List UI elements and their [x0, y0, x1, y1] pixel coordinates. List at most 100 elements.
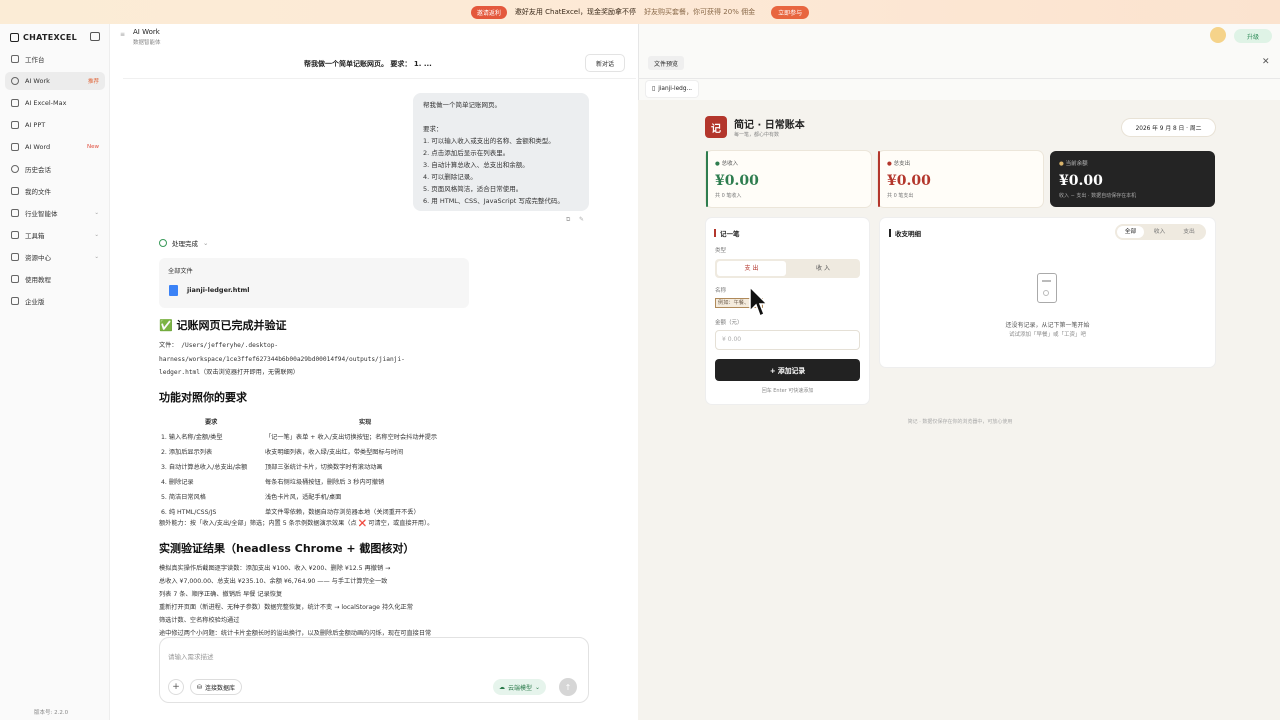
sidebar-item-history[interactable]: 历史会话 [5, 160, 105, 178]
message-line: 6. 用 HTML、CSS、JavaScript 写成完整代码。 [423, 197, 564, 205]
file-link[interactable]: jianji-ledger.html [187, 286, 249, 294]
banner-tag: 邀请返利 [470, 5, 507, 19]
message-line: 1. 可以输入收入或支出的名称、金额和类型。 [423, 137, 555, 145]
table-cell: 1. 输入名称/金额/类型 [161, 434, 223, 441]
sidebar-item-ai-excel-max[interactable]: AI Excel-Max [5, 94, 105, 112]
stat-card-expense: ● 总支出 ¥0.00 共 0 笔支出 [878, 151, 1043, 207]
filter-income[interactable]: 收入 [1146, 226, 1173, 238]
connect-database-label: 连接数据库 [205, 684, 236, 692]
sidebar-item-industry-agents[interactable]: 行业智能体 ⌄ [5, 204, 105, 222]
table-row: 3. 自动计算总收入/总支出/余额 顶部三张统计卡片，切换数字时有滚动动画 [159, 459, 499, 474]
sidebar-item-label: 工具箱 [25, 232, 45, 240]
ledger-subtitle: 每一笔，都心中有数 [734, 132, 780, 138]
file-path-line-1: 文件： /Users/jefferyhe/.desktop- [159, 342, 279, 349]
divider [123, 78, 636, 79]
sidebar-item-label: 历史会话 [25, 166, 51, 174]
avatar[interactable] [1210, 27, 1226, 43]
send-button[interactable]: ↑ [559, 678, 577, 696]
sidebar-item-resources[interactable]: 资源中心 ⌄ [5, 248, 105, 266]
sidebar-item-enterprise[interactable]: 企业版 [5, 292, 105, 310]
connect-database-button[interactable]: ⛁ 连接数据库 [190, 679, 243, 695]
ledger-logo: 记 [705, 116, 727, 138]
message-line: 3. 自动计算总收入、总支出和余额。 [423, 161, 529, 169]
table-row: 1. 输入名称/金额/类型 「记一笔」表单 + 收入/支出切换按钮；名称空时会抖动… [159, 429, 499, 444]
title-accent [714, 229, 716, 237]
banner-cta-button[interactable]: 立即参与 [771, 5, 810, 19]
extra-features: 额外能力：按「收入/支出/全部」筛选；内置 5 条示例数据演示效果（点 ❌ 可清… [159, 520, 434, 527]
list-title-text: 收支明细 [895, 230, 921, 238]
files-card: 全部文件 jianji-ledger.html [159, 258, 469, 308]
sidebar-item-workbench[interactable]: 工作台 [5, 50, 105, 68]
table-row: 4. 删除记录 每条右侧垃圾桶按钮，删除后 3 秒内可撤销 [159, 474, 499, 489]
copy-icon[interactable]: ⧉ [566, 216, 570, 224]
message-line: 要求： [423, 125, 443, 133]
sidebar-item-my-files[interactable]: 我的文件 [5, 182, 105, 200]
sidebar-item-label: AI PPT [25, 121, 46, 129]
status-row[interactable]: 处理完成 ⌄ [159, 238, 208, 248]
amount-input[interactable]: ¥ 0.00 [715, 330, 860, 350]
html-file-icon [169, 285, 178, 296]
model-select-button[interactable]: ☁ 云端模型 ⌄ [493, 679, 547, 695]
type-expense-button[interactable]: 支 出 [717, 261, 786, 276]
table-cell: 2. 添加后显示列表 [161, 449, 213, 456]
ledger-footer: 简记 · 数据仅保存在你的浏览器中，可放心使用 [907, 419, 1013, 425]
table-cell: 收支明细列表，收入绿/支出红，带类型图标与时间 [265, 449, 404, 456]
files-label: 全部文件 [168, 268, 193, 275]
empty-state-icon [1037, 273, 1057, 303]
sidebar-item-toolbox[interactable]: 工具箱 ⌄ [5, 226, 105, 244]
sidebar-item-label: 我的文件 [25, 188, 51, 196]
chevron-down-icon: ⌄ [94, 254, 99, 260]
filter-expense[interactable]: 支出 [1175, 226, 1203, 238]
ledger-title: 简记 · 日常账本 [734, 120, 805, 131]
file-tab-label: jianji-ledg... [658, 86, 693, 92]
book-icon [11, 275, 19, 283]
grid-icon [11, 55, 19, 63]
stat-card-balance: ● 当前余额 ¥0.00 收入 − 支出 · 数据自动保存在本机 [1050, 151, 1215, 207]
edit-icon[interactable]: ✎ [579, 216, 584, 223]
stat-label: ● 当前余额 [1059, 159, 1088, 167]
date-pill: 2026 年 9 月 8 日 · 周二 [1122, 119, 1215, 136]
sidebar-item-ai-word[interactable]: AI Word New [5, 138, 105, 156]
type-income-button[interactable]: 收 入 [788, 261, 858, 276]
upgrade-button[interactable]: 升级 [1234, 29, 1272, 43]
type-label: 类型 [715, 248, 727, 254]
file-path-line-3: ledger.html（双击浏览器打开即用，无需联网） [159, 369, 299, 376]
app-logo[interactable]: CHATEXCEL [10, 33, 77, 42]
new-chat-button[interactable]: 新对话 [585, 54, 625, 72]
section-heading-done: ✅ 记账网页已完成并验证 [159, 319, 287, 332]
table-cell: 4. 删除记录 [161, 479, 194, 486]
income-accent [706, 151, 708, 207]
close-icon[interactable]: ✕ [1262, 57, 1270, 67]
empty-state-subtitle: 试试添加「早餐」或「工资」吧 [1008, 332, 1086, 338]
message-line: 5. 页面风格简洁，适合日常使用。 [423, 185, 523, 193]
status-text: 处理完成 [172, 240, 198, 248]
verify-line: 模拟真实操作后截图逐字读数：添加支出 ¥100、收入 ¥200、删除 ¥12.5… [159, 565, 391, 572]
page-subtitle: 数据智能体 [133, 40, 161, 46]
file-tab[interactable]: ▯ jianji-ledg... [646, 81, 699, 97]
attach-button[interactable]: + [168, 679, 184, 695]
title-accent [889, 229, 891, 237]
file-path-line-2: harness/workspace/1ce3ffef627344b6b00a29… [159, 356, 405, 363]
chevron-down-icon: ⌄ [94, 232, 99, 238]
filter-all[interactable]: 全部 [1117, 226, 1144, 238]
sidebar-item-ai-ppt[interactable]: AI PPT [5, 116, 105, 134]
dot-icon: ● [887, 161, 892, 167]
sidebar-item-ai-work[interactable]: AI Work 推荐 [5, 72, 105, 90]
dot-icon: ● [715, 161, 720, 167]
expense-accent [878, 151, 880, 207]
chat-input-box[interactable]: 请输入需求描述 + ⛁ 连接数据库 ☁ 云端模型 ⌄ ↑ [159, 637, 589, 703]
verify-line: 总收入 ¥7,000.00、总支出 ¥235.10、余额 ¥6,764.90 —… [159, 578, 388, 585]
add-record-button[interactable]: + 添加记录 [715, 359, 860, 381]
stat-card-income: ● 总收入 ¥0.00 共 0 笔收入 [706, 151, 871, 207]
tab-file-preview[interactable]: 文件预览 [648, 56, 685, 70]
collapse-sidebar-icon[interactable] [90, 32, 100, 41]
stat-value: ¥0.00 [715, 173, 759, 189]
clock-icon [11, 165, 19, 173]
menu-icon[interactable]: ≡ [120, 31, 125, 38]
chat-input-placeholder[interactable]: 请输入需求描述 [168, 651, 214, 661]
sidebar-item-label: AI Work [25, 77, 50, 85]
verify-line: 途中修过两个小问题：统计卡片金额长时的溢出换行，以及删除后金额动画的闪烁，现在可… [159, 630, 432, 637]
table-cell: 5. 简洁日常风格 [161, 494, 206, 501]
agent-icon [11, 209, 19, 217]
sidebar-item-tutorial[interactable]: 使用教程 [5, 270, 105, 288]
